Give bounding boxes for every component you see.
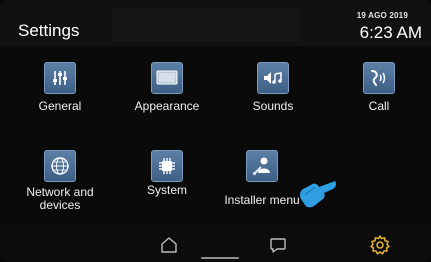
- pointer-hand-icon: [295, 175, 337, 214]
- settings-tab[interactable]: [368, 234, 392, 256]
- home-button[interactable]: [157, 234, 181, 256]
- home-icon: [161, 237, 177, 253]
- settings-grid: General Appearance Sounds Call Network a…: [0, 56, 431, 226]
- messages-button[interactable]: [266, 234, 290, 256]
- tile-call[interactable]: Call: [329, 62, 429, 113]
- tile-label-call: Call: [368, 99, 390, 113]
- ringing-handset-icon: [363, 62, 395, 94]
- date-display: 19 AGO 2019: [356, 11, 408, 20]
- speaker-music-icon: [257, 62, 289, 94]
- message-icon: [270, 238, 286, 253]
- tile-sounds[interactable]: Sounds: [223, 62, 323, 113]
- display-icon: [151, 62, 183, 94]
- tile-appearance[interactable]: Appearance: [117, 62, 217, 113]
- settings-gear-icon: [370, 235, 390, 255]
- page-title: Settings: [18, 21, 80, 40]
- settings-screen: Settings 19 AGO 2019 6:23 AM General App…: [0, 0, 431, 262]
- header-background-panel: [112, 8, 300, 42]
- time-display: 6:23 AM: [359, 23, 422, 42]
- chip-icon: [151, 150, 183, 182]
- tile-label-system: System: [146, 183, 187, 197]
- tile-network-and-devices[interactable]: Network and devices: [10, 150, 110, 212]
- tile-label-network-and-devices: Network and devices: [26, 185, 94, 212]
- home-indicator: [201, 257, 239, 259]
- sliders-icon: [44, 62, 76, 94]
- globe-icon: [44, 150, 76, 182]
- tile-general[interactable]: General: [10, 62, 110, 113]
- installer-tools-icon: [246, 150, 278, 182]
- tile-system[interactable]: System: [117, 150, 217, 197]
- header-bar: Settings 19 AGO 2019 6:23 AM: [0, 0, 431, 46]
- tile-label-general: General: [38, 99, 82, 113]
- tile-label-sounds: Sounds: [252, 99, 294, 113]
- tile-label-appearance: Appearance: [134, 99, 200, 113]
